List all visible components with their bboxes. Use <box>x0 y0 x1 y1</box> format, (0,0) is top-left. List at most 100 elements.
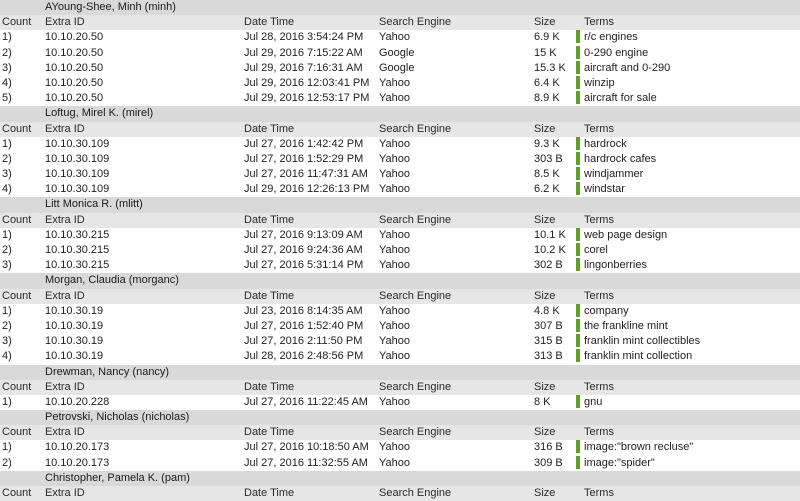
column-header-extra-id[interactable]: Extra ID <box>45 289 85 304</box>
table-row[interactable]: 1) 10.10.30.109 Jul 27, 2016 1:42:42 PM Yah… <box>0 136 800 152</box>
column-header-extra-id[interactable]: Extra ID <box>45 425 85 440</box>
column-header-search-engine[interactable]: Search Engine <box>379 122 451 137</box>
column-header-size[interactable]: Size <box>534 486 555 501</box>
column-header-search-engine[interactable]: Search Engine <box>379 486 451 501</box>
row-terms[interactable]: aircraft for sale <box>584 91 657 106</box>
column-header-size[interactable]: Size <box>534 15 555 30</box>
table-row[interactable]: 1) 10.10.20.173 Jul 27, 2016 10:18:50 AM Ya… <box>0 440 800 456</box>
column-header-terms[interactable]: Terms <box>584 289 614 304</box>
column-header-search-engine[interactable]: Search Engine <box>379 425 451 440</box>
column-header-count[interactable]: Count <box>2 486 31 501</box>
user-header-row[interactable]: Loftug, Mirel K. (mirel) <box>0 106 800 122</box>
row-extra-id: 10.10.20.228 <box>45 395 110 408</box>
column-header-terms[interactable]: Terms <box>584 15 614 30</box>
user-header-row[interactable]: Drewman, Nancy (nancy) <box>0 364 800 380</box>
column-header-extra-id[interactable]: Extra ID <box>45 213 85 228</box>
term-indicator-bar <box>576 182 580 196</box>
row-date-time: Jul 27, 2016 9:13:09 AM <box>244 228 363 241</box>
row-terms[interactable]: web page design <box>584 228 667 243</box>
table-row[interactable]: 1) 10.10.30.215 Jul 27, 2016 9:13:09 AM Yah… <box>0 227 800 243</box>
column-header-terms[interactable]: Terms <box>584 486 614 501</box>
column-header-date-time[interactable]: Date Time <box>244 380 294 395</box>
term-indicator-bar <box>576 318 580 332</box>
row-extra-id: 10.10.20.50 <box>45 76 104 89</box>
table-row[interactable]: 2) 10.10.30.19 Jul 27, 2016 1:52:40 PM Yaho… <box>0 318 800 335</box>
row-terms[interactable]: hardrock <box>584 137 627 152</box>
table-row[interactable]: 2) 10.10.20.50 Jul 29, 2016 7:15:22 AM Goog… <box>0 45 800 61</box>
term-indicator-bar <box>576 440 580 454</box>
column-header-count[interactable]: Count <box>2 425 31 440</box>
table-row[interactable]: 1) 10.10.20.228 Jul 27, 2016 11:22:45 AM Ya… <box>0 394 800 411</box>
column-header-terms[interactable]: Terms <box>584 213 614 228</box>
row-terms[interactable]: winzip <box>584 76 615 91</box>
table-row[interactable]: 3) 10.10.20.50 Jul 29, 2016 7:16:31 AM Goog… <box>0 60 800 76</box>
column-header-count[interactable]: Count <box>2 15 31 30</box>
row-terms[interactable]: windstar <box>584 182 625 197</box>
column-header-count[interactable]: Count <box>2 380 31 395</box>
column-header-search-engine[interactable]: Search Engine <box>379 15 451 30</box>
table-row[interactable]: 2) 10.10.20.173 Jul 27, 2016 11:32:55 AM Ya… <box>0 455 800 471</box>
table-row[interactable]: 3) 10.10.30.19 Jul 27, 2016 2:11:50 PM Yaho… <box>0 334 800 350</box>
user-header-row[interactable]: AYoung-Shee, Minh (minh) <box>0 0 800 16</box>
column-header-date-time[interactable]: Date Time <box>244 122 294 137</box>
row-terms[interactable]: lingonberries <box>584 258 647 273</box>
row-terms[interactable]: hardrock cafes <box>584 152 656 167</box>
column-header-extra-id[interactable]: Extra ID <box>45 380 85 395</box>
row-terms[interactable]: image:"brown recluse" <box>584 440 693 455</box>
column-header-date-time[interactable]: Date Time <box>244 213 294 228</box>
column-header-extra-id[interactable]: Extra ID <box>45 122 85 137</box>
row-search-engine: Yahoo <box>379 350 410 363</box>
column-header-size[interactable]: Size <box>534 213 555 228</box>
row-terms[interactable]: aircraft and 0-290 <box>584 61 670 76</box>
row-search-engine: Yahoo <box>379 152 410 165</box>
table-row[interactable]: 3) 10.10.30.215 Jul 27, 2016 5:31:14 PM Yah… <box>0 258 800 274</box>
row-terms[interactable]: franklin mint collection <box>584 349 692 364</box>
column-header-count[interactable]: Count <box>2 213 31 228</box>
column-header-search-engine[interactable]: Search Engine <box>379 380 451 395</box>
column-header-terms[interactable]: Terms <box>584 122 614 137</box>
row-terms[interactable]: gnu <box>584 395 602 410</box>
user-header-row[interactable]: Petrovski, Nicholas (nicholas) <box>0 410 800 426</box>
table-row[interactable]: 3) 10.10.30.109 Jul 27, 2016 11:47:31 AM Ya… <box>0 167 800 183</box>
column-header-terms[interactable]: Terms <box>584 425 614 440</box>
column-header-date-time[interactable]: Date Time <box>244 289 294 304</box>
column-header-size[interactable]: Size <box>534 122 555 137</box>
term-indicator-bar <box>576 243 580 256</box>
column-header-extra-id[interactable]: Extra ID <box>45 486 85 501</box>
column-header-count[interactable]: Count <box>2 122 31 137</box>
row-terms[interactable]: windjammer <box>584 167 643 182</box>
user-header-row[interactable]: Morgan, Claudia (morganc) <box>0 273 800 289</box>
column-header-terms[interactable]: Terms <box>584 380 614 395</box>
table-row[interactable]: 2) 10.10.30.109 Jul 27, 2016 1:52:29 PM Yah… <box>0 151 800 168</box>
column-header-date-time[interactable]: Date Time <box>244 425 294 440</box>
table-row[interactable]: 1) 10.10.30.19 Jul 23, 2016 8:14:35 AM Yaho… <box>0 303 800 319</box>
row-search-engine: Yahoo <box>379 137 410 150</box>
row-size: 313 B <box>534 350 563 363</box>
column-header-date-time[interactable]: Date Time <box>244 15 294 30</box>
row-terms[interactable]: company <box>584 304 629 319</box>
table-row[interactable]: 2) 10.10.30.215 Jul 27, 2016 9:24:36 AM Yah… <box>0 243 800 259</box>
user-header-row[interactable]: Litt Monica R. (mlitt) <box>0 197 800 213</box>
row-terms[interactable]: the frankline mint <box>584 319 668 334</box>
user-header-row[interactable]: Christopher, Pamela K. (pam) <box>0 470 800 486</box>
table-row[interactable]: 4) 10.10.30.19 Jul 28, 2016 2:48:56 PM Yaho… <box>0 349 800 365</box>
column-header-extra-id[interactable]: Extra ID <box>45 15 85 30</box>
row-terms[interactable]: image:"spider" <box>584 456 655 471</box>
row-terms[interactable]: corel <box>584 243 608 258</box>
row-terms[interactable]: franklin mint collectibles <box>584 334 700 349</box>
table-row[interactable]: 5) 10.10.20.50 Jul 29, 2016 12:53:17 PM Yah… <box>0 91 800 107</box>
row-terms[interactable]: r/c engines <box>584 30 638 45</box>
column-header-date-time[interactable]: Date Time <box>244 486 294 501</box>
column-header-size[interactable]: Size <box>534 380 555 395</box>
column-header-search-engine[interactable]: Search Engine <box>379 213 451 228</box>
column-header-size[interactable]: Size <box>534 289 555 304</box>
table-row[interactable]: 4) 10.10.30.109 Jul 29, 2016 12:26:13 PM Ya… <box>0 182 800 198</box>
row-terms[interactable]: 0-290 engine <box>584 46 648 61</box>
column-header-count[interactable]: Count <box>2 289 31 304</box>
table-row[interactable]: 4) 10.10.20.50 Jul 29, 2016 12:03:41 PM Yah… <box>0 75 800 92</box>
table-row[interactable]: 1) 10.10.20.50 Jul 28, 2016 3:54:24 PM Yaho… <box>0 30 800 46</box>
row-count: 1) <box>2 395 12 408</box>
column-header-size[interactable]: Size <box>534 425 555 440</box>
column-header-search-engine[interactable]: Search Engine <box>379 289 451 304</box>
row-count: 3) <box>2 61 12 74</box>
